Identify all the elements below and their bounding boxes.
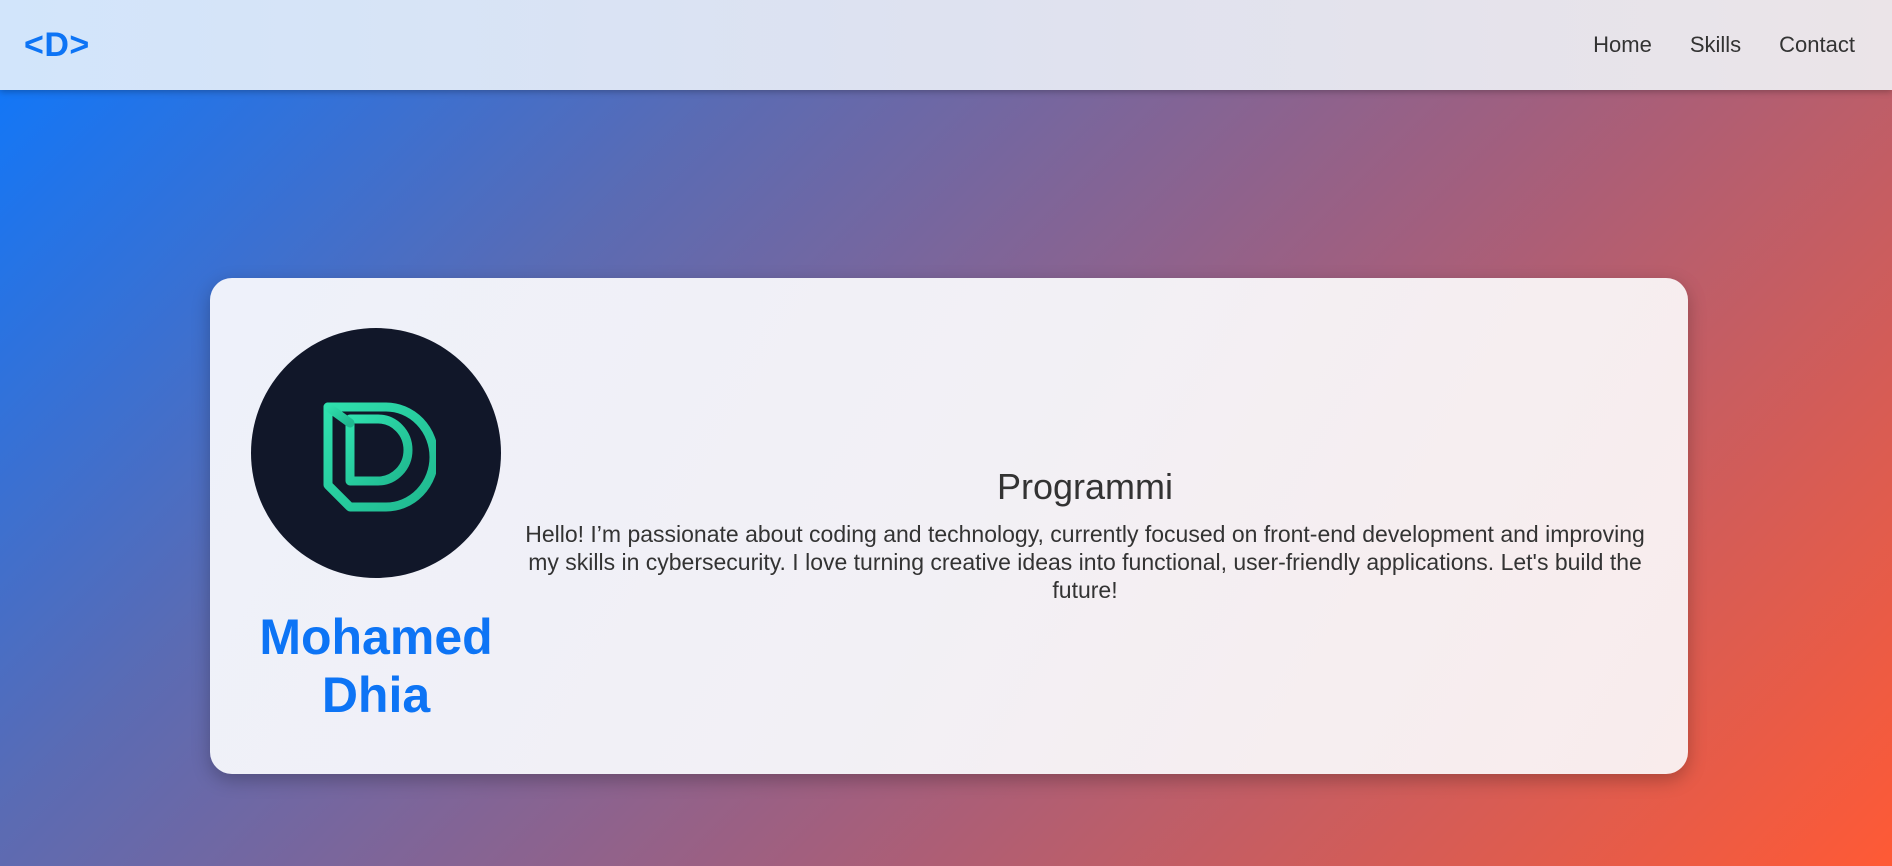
nav-link-contact[interactable]: Contact	[1779, 32, 1855, 58]
profile-name-last: Dhia	[321, 667, 431, 723]
profile-bio: Hello! I’m passionate about coding and t…	[525, 521, 1645, 603]
d-monogram-logo-icon	[323, 402, 436, 512]
avatar	[251, 328, 501, 578]
profile-identity: Mohamed Dhia	[250, 328, 502, 724]
nav-links: Home Skills Contact	[1593, 32, 1855, 58]
profile-name: Mohamed Dhia	[250, 608, 502, 724]
nav-link-skills[interactable]: Skills	[1690, 32, 1741, 58]
profile-card: Mohamed Dhia Programmi Hello! I’m passio…	[210, 278, 1688, 774]
profile-about: Programmi Hello! I’m passionate about co…	[510, 466, 1660, 604]
profile-name-first: Mohamed	[259, 609, 493, 665]
nav-link-home[interactable]: Home	[1593, 32, 1652, 58]
brand-logo[interactable]: <D>	[24, 26, 90, 65]
navbar: <D> Home Skills Contact	[0, 0, 1892, 90]
profile-role: Programmi	[996, 466, 1174, 507]
